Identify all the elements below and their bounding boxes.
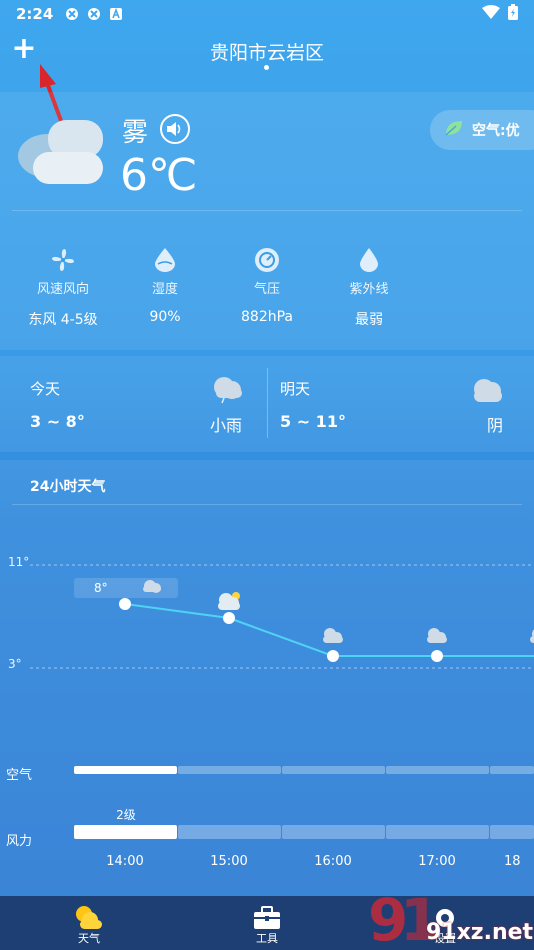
weather-sun-cloud-icon [49, 900, 129, 930]
wifi-icon [482, 5, 500, 23]
divider [12, 504, 522, 505]
metric-value: 东风 4-5级 [28, 312, 98, 328]
humidity-drop-icon [115, 246, 215, 274]
current-condition: 雾 [122, 118, 149, 148]
divider [12, 210, 522, 211]
metric-label: 湿度 [151, 282, 178, 297]
air-quality-label: 空气:优 [472, 123, 520, 139]
partly-cloudy-icon [218, 592, 240, 610]
divider [267, 368, 268, 438]
current-temperature: 6℃ [120, 150, 198, 201]
hourly-temperature-chart [30, 564, 534, 669]
wind-bar [178, 825, 281, 839]
wind-bar [74, 825, 177, 839]
air-bar [74, 766, 177, 774]
status-bar: 2:24 [0, 0, 534, 28]
hour-label: 16:00 [314, 854, 352, 869]
metric-label: 紫外线 [349, 282, 389, 297]
air-quality-badge[interactable]: 空气:优 [430, 110, 534, 150]
wind-bar [386, 825, 489, 839]
temperature-point [223, 612, 235, 624]
wind-bar [282, 825, 385, 839]
cloud-icon [323, 628, 343, 643]
voice-broadcast-button[interactable] [160, 114, 190, 144]
fan-icon [13, 246, 113, 274]
notification-app-icon [65, 7, 79, 21]
tab-tools[interactable]: 工具 [227, 896, 307, 950]
hourly-title: 24小时天气 [30, 479, 106, 495]
tomorrow-label: 明天 [280, 380, 311, 398]
hour-label: 15:00 [210, 854, 248, 869]
tab-label: 天气 [78, 932, 100, 945]
today-range: 3 ~ 8° [30, 412, 85, 431]
pressure-gauge-icon [217, 246, 317, 274]
tab-label: 工具 [256, 932, 278, 945]
metric-label: 气压 [253, 282, 280, 297]
wind-row-label: 风力 [6, 834, 33, 849]
speaker-icon [167, 122, 181, 136]
tab-weather[interactable]: 天气 [49, 896, 129, 950]
metric-value: 90% [149, 309, 181, 325]
notification-app-icon [87, 7, 101, 21]
toolbox-icon [227, 900, 307, 930]
cloud-icon [427, 628, 447, 643]
air-bar [282, 766, 385, 774]
tomorrow-range: 5 ~ 11° [280, 412, 346, 431]
fog-cloud-icon [18, 120, 103, 184]
air-bar [178, 766, 281, 774]
today-label: 今天 [30, 380, 61, 398]
hour-label: 18 [504, 854, 521, 869]
wind-level-label: 2级 [116, 808, 136, 822]
overcast-cloud-icon [474, 379, 502, 402]
watermark-logo: 9 1 91xz.net [364, 884, 534, 950]
air-row-label: 空气 [6, 768, 33, 783]
uv-drop-icon [319, 246, 419, 274]
wind-bar [490, 825, 534, 839]
page-indicator-dot [264, 65, 269, 70]
metric-pressure: 气压 882hPa [217, 246, 317, 325]
watermark-text: 91xz.net [426, 920, 534, 945]
temperature-point [431, 650, 443, 662]
battery-icon [508, 4, 518, 24]
temperature-point [327, 650, 339, 662]
notification-a-icon [109, 7, 123, 21]
tomorrow-condition: 阴 [487, 416, 504, 435]
temperature-point [119, 598, 131, 610]
metric-value: 最弱 [355, 312, 383, 328]
today-condition: 小雨 [210, 416, 243, 435]
metric-label: 风速风向 [36, 282, 89, 297]
leaf-icon [444, 119, 464, 141]
metric-humidity: 湿度 90% [115, 246, 215, 325]
cloud-icon [530, 629, 534, 643]
metric-wind: 风速风向 东风 4-5级 [13, 246, 113, 329]
metric-value: 882hPa [241, 309, 293, 325]
cloud-icon [143, 580, 161, 593]
metric-uv: 紫外线 最弱 [319, 246, 419, 329]
air-bar [386, 766, 489, 774]
light-rain-cloud-icon [214, 377, 242, 404]
hour-label: 17:00 [418, 854, 456, 869]
hour-label: 14:00 [106, 854, 144, 869]
city-title[interactable]: 贵阳市云岩区 [0, 38, 534, 65]
status-time: 2:24 [16, 5, 54, 23]
air-bar [490, 766, 534, 774]
